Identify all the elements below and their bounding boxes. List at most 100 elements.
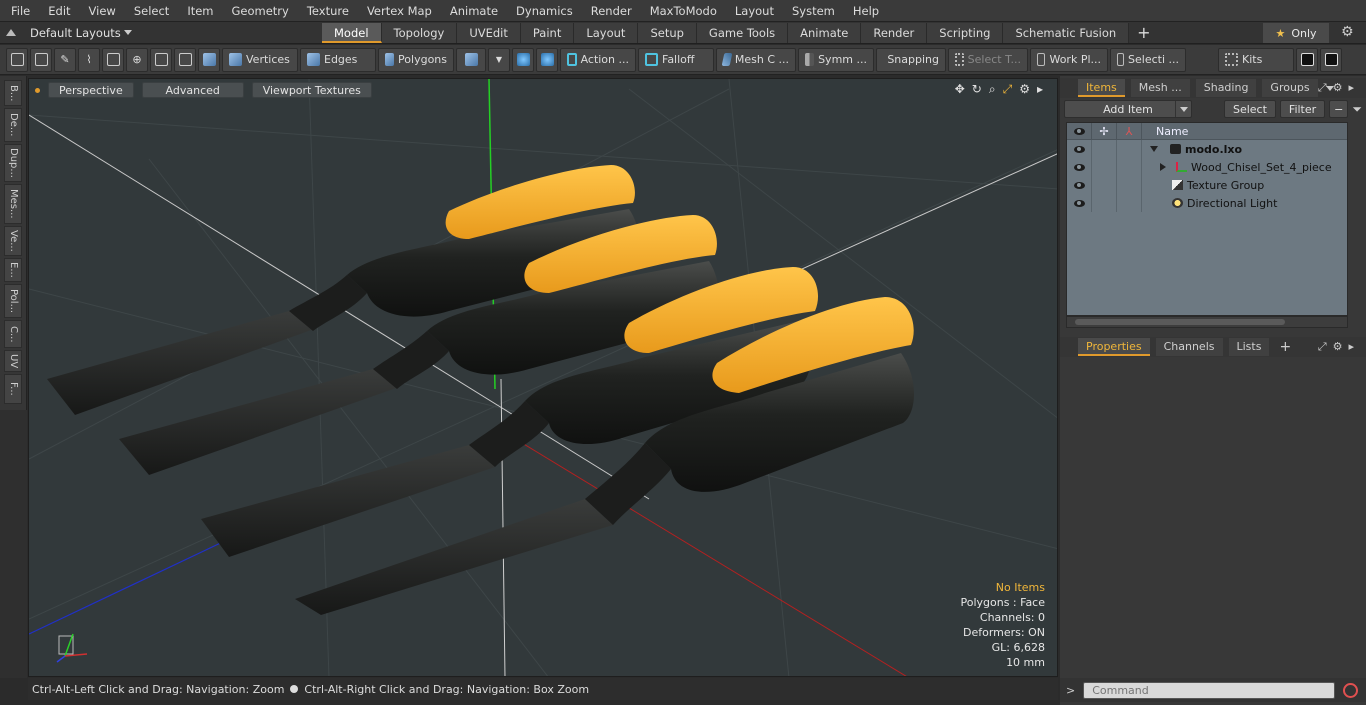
3d-viewport[interactable]: Perspective Advanced Viewport Textures ✥… bbox=[28, 78, 1058, 677]
menu-select[interactable]: Select bbox=[123, 0, 176, 22]
left-tab-deform[interactable]: De... bbox=[4, 108, 22, 142]
menu-layout[interactable]: Layout bbox=[724, 0, 781, 22]
lock-cell[interactable] bbox=[1092, 176, 1117, 194]
add-panel-tab-button[interactable]: + bbox=[1279, 339, 1291, 355]
tab-setup[interactable]: Setup bbox=[638, 22, 697, 43]
selection-dropdown[interactable]: ▼ bbox=[488, 47, 510, 72]
polygons-button[interactable]: Polygons bbox=[378, 47, 454, 72]
left-tab-mesh-edit[interactable]: Mes... bbox=[4, 184, 22, 224]
zoom-icon[interactable]: ⌕ bbox=[989, 82, 996, 97]
globe-button[interactable] bbox=[30, 47, 52, 72]
add-tab-button[interactable]: + bbox=[1137, 23, 1150, 42]
tab-uvedit[interactable]: UVEdit bbox=[457, 22, 521, 43]
select-circle-button[interactable] bbox=[6, 47, 28, 72]
mesh-constraint-button[interactable]: Mesh C ... bbox=[716, 47, 796, 72]
menu-help[interactable]: Help bbox=[842, 0, 886, 22]
menu-file[interactable]: File bbox=[0, 0, 37, 22]
symmetry-button[interactable]: Symm ... bbox=[798, 47, 874, 72]
left-tab-basic[interactable]: B... bbox=[4, 80, 22, 106]
collapse-button[interactable]: − bbox=[1329, 100, 1349, 118]
tab-game-tools[interactable]: Game Tools bbox=[696, 22, 789, 43]
tree-scrollbar[interactable] bbox=[1066, 316, 1348, 328]
pan-icon[interactable]: ✥ bbox=[955, 82, 965, 97]
funnel-icon[interactable]: ⏷ bbox=[1352, 102, 1362, 117]
left-tab-curve[interactable]: C... bbox=[4, 320, 22, 348]
tab-animate[interactable]: Animate bbox=[788, 22, 862, 43]
gear-icon[interactable]: ⚙ bbox=[1341, 24, 1354, 40]
tree-row[interactable]: modo.lxo bbox=[1067, 140, 1347, 158]
tab-properties[interactable]: Properties bbox=[1078, 338, 1150, 356]
symmetry-y-button[interactable] bbox=[536, 47, 558, 72]
add-item-button[interactable]: Add Item bbox=[1064, 100, 1192, 118]
left-tab-fusion[interactable]: F... bbox=[4, 374, 22, 404]
symmetry-x-button[interactable] bbox=[512, 47, 534, 72]
expand-right-icon[interactable] bbox=[1160, 163, 1166, 171]
lock-cell[interactable] bbox=[1092, 194, 1117, 212]
lock-cell[interactable] bbox=[1092, 158, 1117, 176]
tab-lists[interactable]: Lists bbox=[1228, 338, 1270, 356]
left-tab-uv[interactable]: UV bbox=[4, 350, 22, 372]
properties-controls-icon[interactable]: ⤢⚙▸ bbox=[1318, 340, 1360, 354]
tree-row[interactable]: Texture Group bbox=[1067, 176, 1347, 194]
tab-scripting[interactable]: Scripting bbox=[927, 22, 1004, 43]
menu-geometry[interactable]: Geometry bbox=[221, 0, 296, 22]
menu-edit[interactable]: Edit bbox=[37, 0, 77, 22]
pen-button[interactable]: ✎ bbox=[54, 47, 76, 72]
tab-mesh[interactable]: Mesh ... bbox=[1130, 79, 1190, 97]
tab-render[interactable]: Render bbox=[861, 22, 928, 43]
view-mode-button[interactable]: Perspective bbox=[48, 82, 134, 98]
tree-row[interactable]: Wood_Chisel_Set_4_piece bbox=[1067, 158, 1347, 176]
left-tab-polygon[interactable]: Pol... bbox=[4, 284, 22, 318]
left-tab-edge[interactable]: E... bbox=[4, 258, 22, 282]
falloff-button[interactable]: Falloff bbox=[638, 47, 714, 72]
menu-view[interactable]: View bbox=[78, 0, 123, 22]
add-item-chevron-icon[interactable] bbox=[1174, 101, 1191, 117]
select-through-button[interactable]: Select T... bbox=[948, 47, 1028, 72]
menu-maxtomodo[interactable]: MaxToModo bbox=[639, 0, 724, 22]
texture-mode-button[interactable]: Viewport Textures bbox=[251, 82, 372, 98]
brush-button[interactable]: ⌇ bbox=[78, 47, 100, 72]
tab-items[interactable]: Items bbox=[1078, 79, 1125, 97]
menu-item[interactable]: Item bbox=[176, 0, 220, 22]
clock-button[interactable] bbox=[174, 47, 196, 72]
unreal-button[interactable] bbox=[1320, 47, 1342, 72]
layouts-dropdown[interactable]: Default Layouts bbox=[0, 26, 322, 40]
tree-row[interactable]: Directional Light bbox=[1067, 194, 1347, 212]
unity-button[interactable] bbox=[1296, 47, 1318, 72]
filter-button[interactable]: Filter bbox=[1279, 100, 1326, 118]
align-button[interactable] bbox=[102, 47, 124, 72]
select-button[interactable]: Select bbox=[1223, 100, 1276, 118]
panel-controls-icon[interactable]: ⤢⚙▸ bbox=[1318, 81, 1360, 95]
frame-button[interactable] bbox=[150, 47, 172, 72]
item-mode-button[interactable] bbox=[198, 47, 220, 72]
command-input[interactable] bbox=[1083, 681, 1336, 699]
tab-model[interactable]: Model bbox=[322, 22, 382, 43]
scrollbar-thumb[interactable] bbox=[1075, 319, 1285, 325]
visibility-toggle[interactable] bbox=[1067, 140, 1092, 158]
menu-texture[interactable]: Texture bbox=[296, 0, 356, 22]
left-tab-vertex[interactable]: Ve... bbox=[4, 226, 22, 256]
vertices-button[interactable]: Vertices bbox=[222, 47, 298, 72]
left-tab-duplicate[interactable]: Dup... bbox=[4, 144, 22, 182]
tab-groups[interactable]: Groups bbox=[1262, 79, 1318, 97]
type-column-header[interactable]: ⅄ bbox=[1117, 123, 1142, 140]
collapse-up-icon[interactable] bbox=[6, 29, 16, 36]
kits-button[interactable]: Kits bbox=[1218, 47, 1294, 72]
tab-topology[interactable]: Topology bbox=[381, 22, 458, 43]
snapping-button[interactable]: Snapping bbox=[876, 47, 946, 72]
shading-mode-button[interactable]: Advanced bbox=[141, 82, 244, 98]
tab-paint[interactable]: Paint bbox=[520, 22, 575, 43]
menu-dynamics[interactable]: Dynamics bbox=[505, 0, 580, 22]
visibility-toggle[interactable] bbox=[1067, 176, 1092, 194]
work-plane-button[interactable]: Work Pl... bbox=[1030, 47, 1108, 72]
menu-system[interactable]: System bbox=[781, 0, 842, 22]
selection-sets-button[interactable]: Selecti ... bbox=[1110, 47, 1186, 72]
viewport-gear-icon[interactable]: ⚙ bbox=[1019, 82, 1030, 97]
maximize-icon[interactable]: ⤢ bbox=[1003, 82, 1013, 97]
tab-shading[interactable]: Shading bbox=[1195, 79, 1257, 97]
viewport-menu-arrow-icon[interactable]: ▸ bbox=[1037, 82, 1043, 97]
material-button[interactable] bbox=[456, 47, 486, 72]
lock-cell[interactable] bbox=[1092, 140, 1117, 158]
action-center-button[interactable]: Action ... bbox=[560, 47, 636, 72]
visibility-toggle[interactable] bbox=[1067, 158, 1092, 176]
